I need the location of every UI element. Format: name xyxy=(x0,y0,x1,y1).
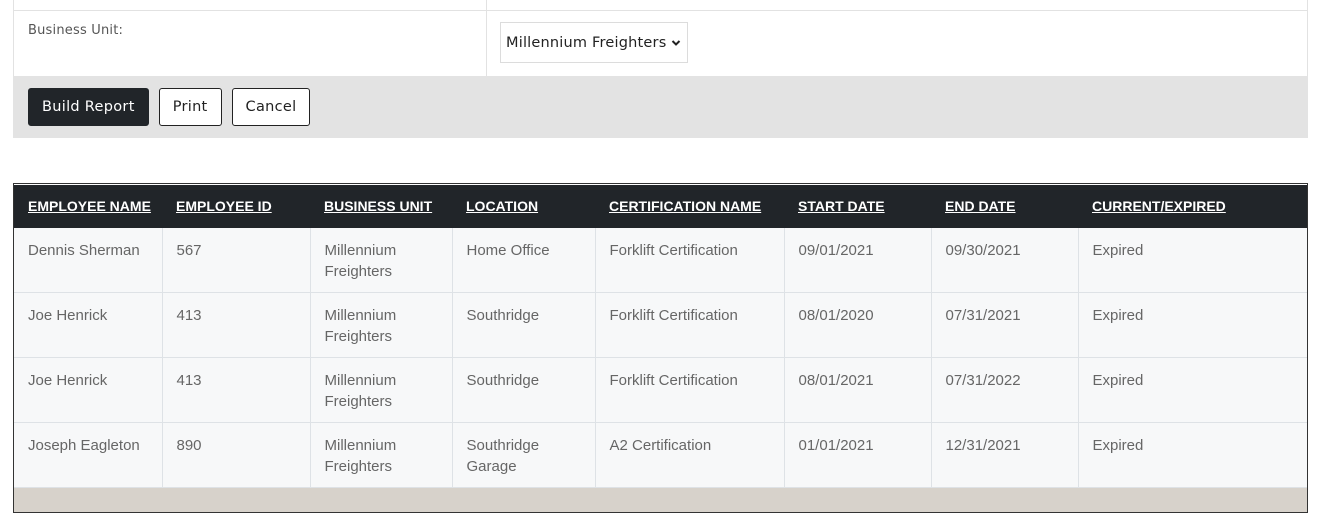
cancel-button[interactable]: Cancel xyxy=(231,88,311,126)
cell-location: Home Office xyxy=(452,227,596,293)
report-table: EMPLOYEE NAME EMPLOYEE ID BUSINESS UNIT … xyxy=(14,184,1307,488)
report-criteria-form: Business Unit: Millennium Freighters Bui… xyxy=(13,0,1308,138)
business-unit-label: Business Unit: xyxy=(28,23,124,38)
build-report-button[interactable]: Build Report xyxy=(28,88,149,126)
cell-end-date: 12/31/2021 xyxy=(931,422,1079,488)
cell-end-date: 07/31/2022 xyxy=(931,357,1079,423)
column-header-certification-name[interactable]: CERTIFICATION NAME xyxy=(595,185,784,228)
business-unit-select[interactable]: Millennium Freighters xyxy=(500,22,689,63)
cell-start-date: 08/01/2020 xyxy=(784,292,932,358)
cell-end-date: 07/31/2021 xyxy=(931,292,1079,358)
cell-status: Expired xyxy=(1092,437,1144,454)
cell-employee-name: Dennis Sherman xyxy=(14,227,163,293)
report-header-row: EMPLOYEE NAME EMPLOYEE ID BUSINESS UNIT … xyxy=(14,184,1307,228)
cell-employee-id: 890 xyxy=(162,422,311,488)
cell-certification-name: Forklift Certification xyxy=(595,227,785,293)
table-row: Joe Henrick 413 Millennium Freighters So… xyxy=(14,357,1307,423)
cell-employee-name: Joe Henrick xyxy=(14,292,163,358)
table-row: Joe Henrick 413 Millennium Freighters So… xyxy=(14,292,1307,358)
column-header-location[interactable]: LOCATION xyxy=(452,185,595,228)
column-header-business-unit[interactable]: BUSINESS UNIT xyxy=(310,185,452,228)
cell-end-date: 09/30/2021 xyxy=(931,227,1079,293)
table-row: Joseph Eagleton 890 Millennium Freighter… xyxy=(14,422,1307,488)
table-row: Dennis Sherman 567 Millennium Freighters… xyxy=(14,227,1307,293)
cell-business-unit: Millennium Freighters xyxy=(310,357,453,423)
cell-business-unit: Millennium Freighters xyxy=(310,227,453,293)
print-button[interactable]: Print xyxy=(158,88,222,126)
cell-status: Expired xyxy=(1092,372,1144,389)
cell-employee-name: Joseph Eagleton xyxy=(14,422,163,488)
column-header-end-date[interactable]: END DATE xyxy=(931,185,1078,228)
column-header-start-date[interactable]: START DATE xyxy=(784,185,931,228)
business-unit-selected-value: Millennium Freighters xyxy=(506,34,667,51)
column-header-employee-id[interactable]: EMPLOYEE ID xyxy=(162,185,310,228)
column-header-current-expired[interactable]: CURRENT/EXPIRED xyxy=(1078,185,1307,228)
cell-start-date: 01/01/2021 xyxy=(784,422,932,488)
cell-employee-id: 567 xyxy=(162,227,311,293)
cell-certification-name: Forklift Certification xyxy=(595,292,785,358)
cell-location: Southridge xyxy=(452,357,596,423)
column-header-employee-name[interactable]: EMPLOYEE NAME xyxy=(14,185,162,228)
chevron-down-icon xyxy=(672,39,681,46)
form-row-business-unit: Business Unit: Millennium Freighters xyxy=(13,11,1308,76)
cell-status: Expired xyxy=(1092,241,1144,259)
form-row-previous xyxy=(13,0,1308,11)
cell-start-date: 08/01/2021 xyxy=(784,357,932,423)
cell-location: Southridge xyxy=(452,292,596,358)
cell-certification-name: Forklift Certification xyxy=(595,357,785,423)
report-results: EMPLOYEE NAME EMPLOYEE ID BUSINESS UNIT … xyxy=(13,183,1308,513)
cell-business-unit: Millennium Freighters xyxy=(310,422,453,488)
cell-location: Southridge Garage xyxy=(452,422,596,488)
cell-start-date: 09/01/2021 xyxy=(784,227,932,293)
cell-employee-name: Joe Henrick xyxy=(14,357,163,423)
action-button-bar: Build Report Print Cancel xyxy=(13,76,1308,138)
cell-employee-id: 413 xyxy=(162,357,311,423)
cell-certification-name: A2 Certification xyxy=(595,422,785,488)
cell-status: Expired xyxy=(1092,307,1144,324)
cell-employee-id: 413 xyxy=(162,292,311,358)
cell-business-unit: Millennium Freighters xyxy=(310,292,453,358)
